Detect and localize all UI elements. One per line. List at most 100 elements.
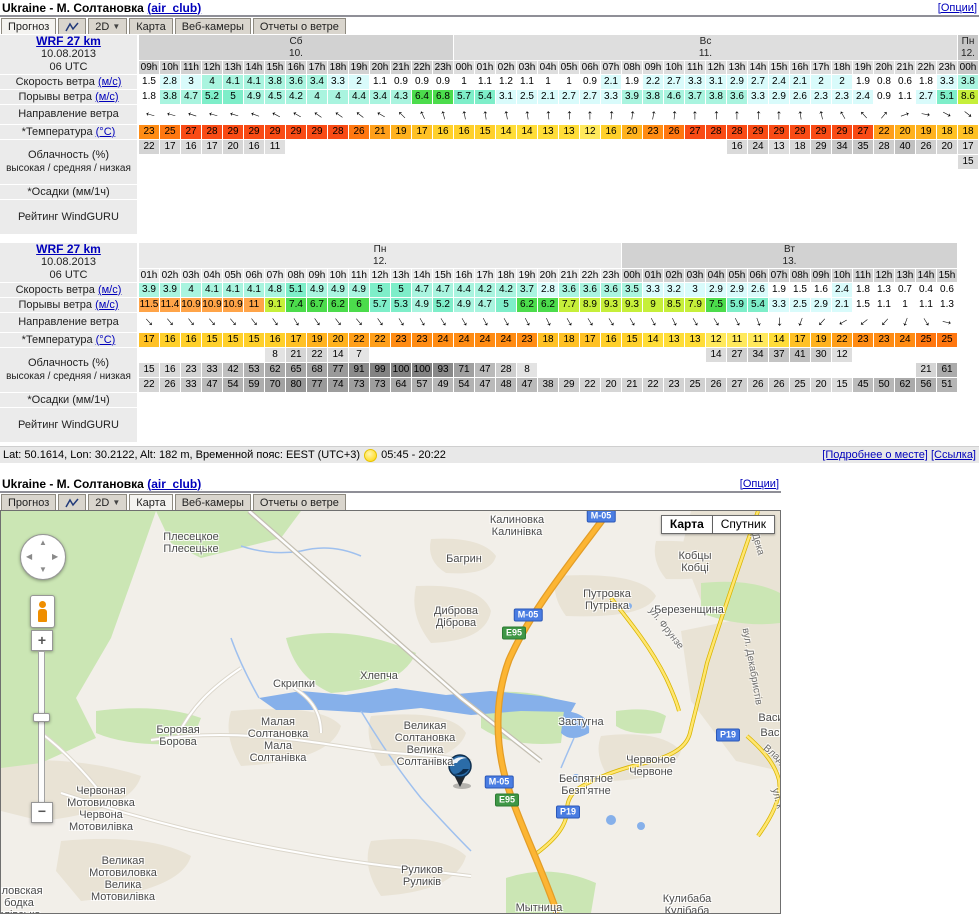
hour-cell: 15h [937,269,957,282]
forecast-cell: 25 [685,378,705,392]
share-link[interactable]: [Ссылка] [931,449,976,461]
wind-direction-arrow: ↑ [392,105,410,123]
wind-direction-arrow: ↑ [393,313,409,332]
forecast-cell: 1.2 [496,75,516,89]
pan-up-icon[interactable]: ▲ [39,539,47,547]
forecast-cell: 23 [874,333,894,347]
forecast-cell: 1.5 [139,75,159,89]
tab-graph[interactable] [58,18,86,34]
map-place-label: ВеликаяСолтановкаВеликаСолтанівка [395,720,455,768]
tab-webcams[interactable]: Веб-камеры [175,494,251,510]
wind-direction-cell: ↑ [853,105,873,124]
map-place-label: КобцыКобці [678,550,711,574]
wind-direction-cell: ↑ [937,105,957,124]
wind-direction-cell: ↑ [580,313,600,332]
zoom-slider-handle[interactable] [33,713,50,722]
forecast-cell: 4.9 [412,298,432,312]
wind-direction-arrow: ↑ [937,107,957,122]
forecast-cell: 49 [433,378,453,392]
forecast-cell [160,155,180,169]
map-pan-control[interactable]: ▲ ▼ ◀ ▶ [20,534,66,580]
forecast-cell: 1.1 [916,298,936,312]
forecast-cell [307,170,327,184]
forecast-cell: 26 [664,125,684,139]
options-link[interactable]: [Опции] [938,2,977,14]
forecast-cell [622,363,642,377]
graph-icon [65,21,79,33]
model-link[interactable]: WRF 27 km [36,243,101,256]
forecast-cell: 16 [601,333,621,347]
tab-map[interactable]: Карта [129,494,172,510]
model-link[interactable]: WRF 27 km [36,35,101,48]
wind-direction-arrow: ↑ [244,108,264,121]
forecast-cell: 4.9 [349,283,369,297]
forecast-cell [349,140,369,154]
hour-cell: 23h [433,61,453,74]
forecast-cell [559,155,579,169]
spot-club-link[interactable]: (air_club) [147,1,201,15]
zoom-slider-track[interactable] [38,651,45,815]
tab-wind-reports[interactable]: Отчеты о ветре [253,494,346,510]
hour-cell: 02h [664,269,684,282]
forecast-cell [139,348,159,362]
tab-wind-reports[interactable]: Отчеты о ветре [253,18,346,34]
forecast-cell: 16 [160,363,180,377]
forecast-cell: 1 [454,75,474,89]
forecast-cell: 2.4 [853,90,873,104]
forecast-cell: 1 [538,75,558,89]
map-place-label: ЧервонаяМотовиловкаЧервонаМотовилівка [67,785,135,833]
model-label: WRF 27 km10.08.201306 UTC [0,35,137,74]
forecast-cell: 3.3 [328,75,348,89]
wind-direction-arrow: ↑ [160,109,180,121]
tab-forecast[interactable]: Прогноз [1,494,56,510]
street-view-pegman[interactable] [30,595,55,628]
wind-direction-cell: ↑ [601,313,621,332]
tab-forecast[interactable]: Прогноз [1,18,56,34]
forecast-cell: 19 [391,125,411,139]
forecast-cell [433,170,453,184]
map-canvas[interactable]: КалиновкаКалинівкаПлесецкоеПлесецькеБагр… [0,510,781,914]
zoom-in-button[interactable]: + [31,630,53,651]
pan-right-icon[interactable]: ▶ [52,553,58,561]
hour-cell: 09h [811,269,831,282]
forecast-cell: 24 [454,333,474,347]
forecast-cell: 56 [916,378,936,392]
hour-cell: 05h [727,269,747,282]
forecast-cell: 48 [496,378,516,392]
tab-graph[interactable] [58,494,86,510]
forecast-cell [580,170,600,184]
forecast-cell [286,140,306,154]
forecast-cell: 74 [328,378,348,392]
wind-direction-arrow: ↑ [603,313,619,332]
pan-down-icon[interactable]: ▼ [39,566,47,574]
hour-cell: 11h [181,61,201,74]
tab-webcams[interactable]: Веб-камеры [175,18,251,34]
map-type-satellite-button[interactable]: Спутник [713,515,775,534]
wind-direction-cell: ↑ [454,105,474,124]
forecast-cell: 11 [748,333,768,347]
forecast-cell: 24 [475,333,495,347]
forecast-cell [517,140,537,154]
tab-2d[interactable]: 2D▼ [88,494,127,510]
forecast-cell: 4.7 [181,90,201,104]
forecast-cell: 3.3 [748,90,768,104]
forecast-cell [496,140,516,154]
forecast-cell: 33 [181,378,201,392]
tab-2d[interactable]: 2D▼ [88,18,127,34]
map-place-label: ПутровкаПутрівка [583,588,631,612]
wind-direction-arrow: ↑ [627,105,637,124]
pan-left-icon[interactable]: ◀ [26,553,32,561]
map-section: Ukraine - М. Солтановка (air_club) [Опци… [0,476,781,914]
forecast-cell: 16 [265,333,285,347]
forecast-cell [475,170,495,184]
place-details-link[interactable]: [Подробнее о месте] [822,449,928,461]
zoom-out-button[interactable]: − [31,802,53,823]
forecast-cell: 29 [223,125,243,139]
map-tabs: Прогноз 2D▼КартаВеб-камерыОтчеты о ветре [0,493,781,510]
map-type-map-button[interactable]: Карта [661,515,713,534]
forecast-cell: 14 [769,333,789,347]
forecast-cell [769,155,789,169]
tab-map[interactable]: Карта [129,18,172,34]
options-link-2[interactable]: [Опции] [740,478,779,490]
spot-club-link-2[interactable]: (air_club) [147,477,201,491]
